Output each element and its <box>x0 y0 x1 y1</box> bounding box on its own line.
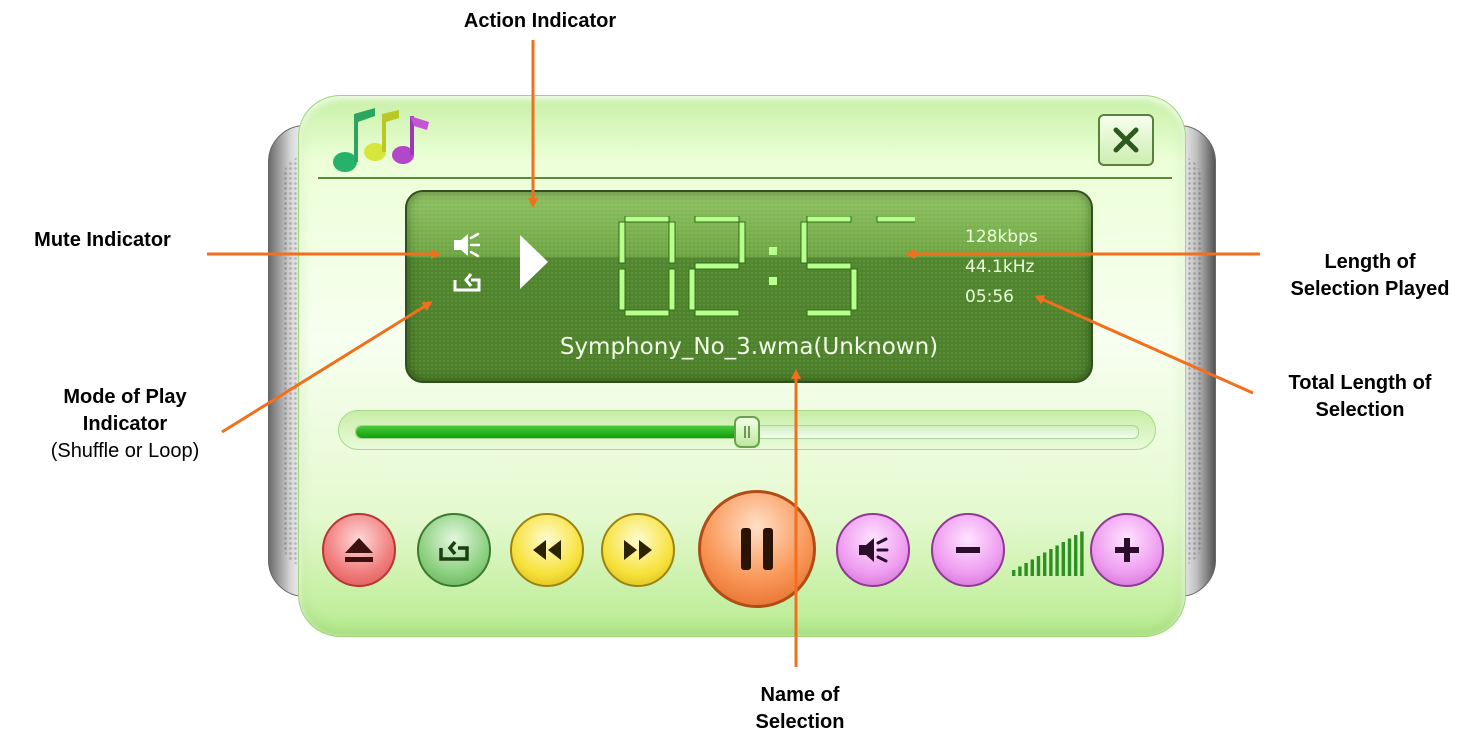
track-name: Symphony_No_3.wma(Unknown) <box>559 334 939 360</box>
volume-up-button[interactable] <box>1090 513 1164 587</box>
seek-bar[interactable] <box>338 410 1156 450</box>
pause-button[interactable] <box>698 490 816 608</box>
repeat-mode-indicator-icon <box>453 273 481 292</box>
time-digit <box>800 216 858 317</box>
repeat-button[interactable] <box>417 513 491 587</box>
volume-bar <box>1061 542 1065 576</box>
fast-forward-button[interactable] <box>601 513 675 587</box>
callout-name-line1: Name of <box>760 684 840 706</box>
callout-mode-of-play: Mode of Play Indicator (Shuffle or Loop) <box>15 384 235 465</box>
seek-groove <box>355 416 1139 448</box>
callout-mute-text: Mute Indicator <box>34 229 171 251</box>
volume-bar <box>1067 538 1072 576</box>
callout-mode-line1: Mode of Play <box>63 386 187 408</box>
callout-total-line1: Total Length of <box>1288 372 1432 394</box>
volume-bar <box>1030 559 1034 576</box>
callout-mute-indicator: Mute Indicator <box>0 227 205 254</box>
callout-name-of-selection: Name of Selection <box>700 682 900 736</box>
title-divider <box>318 177 1172 179</box>
minus-icon <box>956 547 980 553</box>
play-action-indicator-icon <box>520 235 548 289</box>
lcd-display: 128kbps 44.1kHz 05:56 Symphony_No_3.wma(… <box>405 190 1093 383</box>
callout-played-line1: Length of <box>1324 251 1416 273</box>
bitrate-label: 128kbps <box>965 227 1038 247</box>
elapsed-time-display <box>618 216 915 317</box>
callout-length-played: Length of Selection Played <box>1270 249 1470 303</box>
time-digit <box>876 216 915 223</box>
volume-bar <box>1043 552 1047 576</box>
volume-down-button[interactable] <box>931 513 1005 587</box>
volume-bar <box>1012 570 1016 576</box>
volume-bar <box>1080 531 1084 576</box>
seek-handle[interactable] <box>734 416 760 448</box>
eject-icon <box>345 538 373 562</box>
callout-total-line2: Selection <box>1315 399 1405 421</box>
sample-rate-label: 44.1kHz <box>965 257 1035 277</box>
time-colon <box>769 247 777 285</box>
callout-name-line2: Selection <box>755 711 845 733</box>
pause-icon <box>741 528 773 570</box>
speaker-mute-icon <box>859 537 889 563</box>
callout-total-length: Total Length of Selection <box>1250 370 1470 424</box>
volume-bar <box>1018 566 1022 576</box>
callout-played-line2: Selection Played <box>1290 278 1450 300</box>
callout-action-text: Action Indicator <box>463 10 617 32</box>
volume-level-meter <box>1012 531 1084 576</box>
volume-bar <box>1074 535 1078 576</box>
callout-mode-sub: (Shuffle or Loop) <box>50 440 200 462</box>
volume-bar <box>1024 563 1028 576</box>
fast-forward-icon <box>624 540 652 560</box>
rewind-button[interactable] <box>510 513 584 587</box>
time-digit <box>688 216 746 317</box>
repeat-icon <box>439 540 469 561</box>
grip-icon <box>744 426 750 438</box>
mute-indicator-icon <box>454 232 480 258</box>
close-button[interactable] <box>1098 114 1154 166</box>
volume-bar <box>1049 549 1053 576</box>
callout-mode-line2: Indicator <box>82 413 168 435</box>
seek-progress-fill <box>356 426 747 438</box>
time-digit <box>618 216 676 317</box>
close-icon <box>1113 127 1139 153</box>
mute-button[interactable] <box>836 513 910 587</box>
callout-action-indicator: Action Indicator <box>430 8 650 35</box>
volume-bar <box>1036 556 1041 576</box>
music-notes-icon <box>333 108 429 172</box>
total-length-label: 05:56 <box>965 287 1014 307</box>
plus-icon <box>1115 538 1139 562</box>
eject-button[interactable] <box>322 513 396 587</box>
volume-bar <box>1055 545 1059 576</box>
rewind-icon <box>533 540 561 560</box>
